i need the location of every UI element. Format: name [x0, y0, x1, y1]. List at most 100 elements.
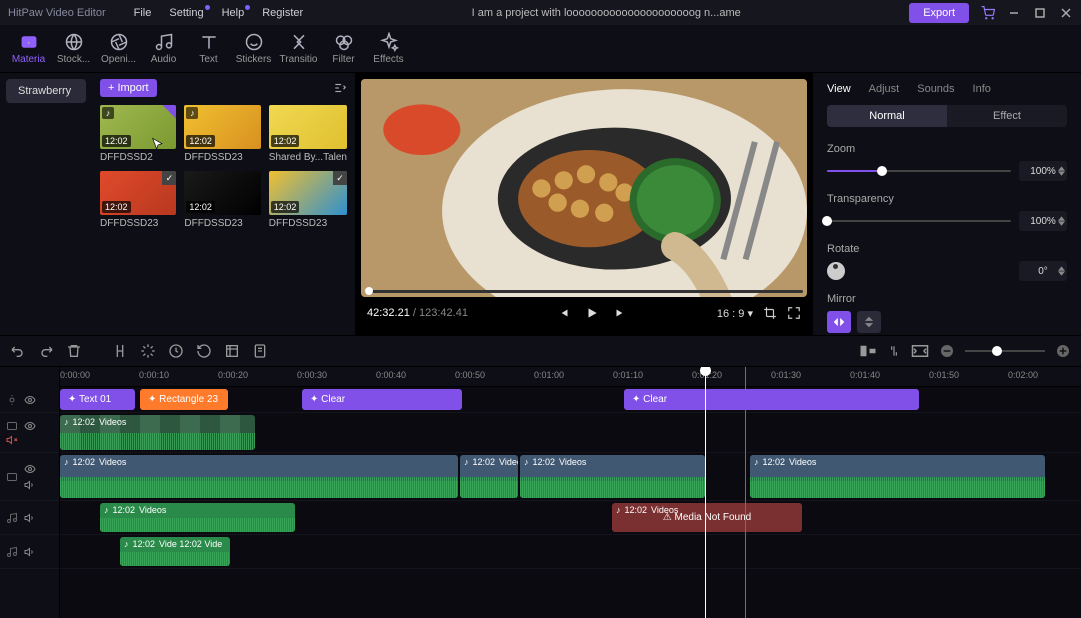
tab-info[interactable]: Info: [973, 83, 991, 95]
clip-text[interactable]: ✦ Text 01: [60, 389, 135, 410]
fullscreen-icon[interactable]: [787, 306, 801, 320]
fx-icon[interactable]: [6, 394, 18, 406]
speaker-icon[interactable]: [24, 512, 36, 524]
prev-frame-icon[interactable]: [557, 306, 571, 320]
video-icon[interactable]: [6, 420, 18, 432]
clip-audio[interactable]: ♪12:02Videos: [100, 503, 295, 532]
transparency-slider[interactable]: [827, 220, 1011, 222]
eye-icon[interactable]: [24, 463, 36, 475]
transparency-value[interactable]: 100%: [1019, 211, 1067, 231]
clip-video[interactable]: ♪12:02Videos: [60, 415, 255, 450]
mute-icon[interactable]: [6, 434, 18, 446]
clip-clear[interactable]: ✦ Clear: [624, 389, 919, 410]
delete-icon[interactable]: [66, 343, 82, 359]
ruler[interactable]: 0:00:000:00:100:00:200:00:300:00:400:00:…: [60, 367, 1081, 387]
crop-tl-icon[interactable]: [224, 343, 240, 359]
close-icon[interactable]: [1059, 6, 1073, 20]
mirror-vertical-button[interactable]: [857, 311, 881, 333]
track-5[interactable]: ♪12:02Vide 12:02 Vide: [60, 535, 1081, 569]
eye-icon[interactable]: [24, 420, 36, 432]
menu-register[interactable]: Register: [262, 7, 303, 19]
category-chip[interactable]: Strawberry: [6, 79, 86, 103]
track-4[interactable]: ♪12:02Videos ♪12:02Videos⚠ Media Not Foun…: [60, 501, 1081, 535]
split-icon[interactable]: [112, 343, 128, 359]
export-button[interactable]: Export: [909, 3, 969, 23]
speaker-icon[interactable]: [24, 479, 36, 491]
undo-icon[interactable]: [10, 343, 26, 359]
seg-normal[interactable]: Normal: [827, 105, 947, 127]
menu-file[interactable]: File: [134, 7, 152, 19]
tab-sounds[interactable]: Sounds: [917, 83, 954, 95]
seg-effect[interactable]: Effect: [947, 105, 1067, 127]
media-panel: Strawberry +Import ♪12:02DFFDSSD2♪12:02D…: [0, 73, 355, 335]
menu-help[interactable]: Help: [222, 7, 245, 19]
next-frame-icon[interactable]: [613, 306, 627, 320]
zoom-in-icon[interactable]: [1055, 343, 1071, 359]
tool-aperture[interactable]: Openi...: [96, 28, 141, 69]
media-item[interactable]: ♪12:02DFFDSSD2: [100, 105, 176, 163]
mirror-horizontal-button[interactable]: [827, 311, 851, 333]
sort-icon[interactable]: [333, 81, 347, 95]
tool-transition[interactable]: Transitio: [276, 28, 321, 69]
rotate-value[interactable]: 0°: [1019, 261, 1067, 281]
timeline-tools: [0, 335, 1081, 367]
aspect-ratio[interactable]: 16 : 9 ▾: [717, 307, 753, 320]
mirror-label: Mirror: [827, 293, 1067, 305]
zoom-value[interactable]: 100%: [1019, 161, 1067, 181]
toolbar: MateriaStock...Openi...AudioTextStickers…: [0, 25, 1081, 73]
preview-scrubber[interactable]: [365, 290, 803, 293]
video-icon[interactable]: [6, 471, 18, 483]
track-toggle-2-icon[interactable]: [887, 344, 901, 358]
track-toggle-1-icon[interactable]: [859, 344, 877, 358]
reverse-icon[interactable]: [196, 343, 212, 359]
crop-icon[interactable]: [763, 306, 777, 320]
tab-view[interactable]: View: [827, 83, 851, 95]
clip-audio[interactable]: ♪12:02Vide 12:02 Vide: [120, 537, 230, 566]
fit-icon[interactable]: [911, 344, 929, 358]
tool-text[interactable]: Text: [186, 28, 231, 69]
media-item[interactable]: ✓12:02DFFDSSD23: [100, 171, 176, 229]
media-item[interactable]: 12:02DFFDSSD23: [184, 171, 260, 229]
tool-filter[interactable]: Filter: [321, 28, 366, 69]
menu-setting[interactable]: Setting: [169, 7, 203, 19]
minimize-icon[interactable]: [1007, 6, 1021, 20]
playhead[interactable]: [705, 367, 706, 618]
clip-vidtall[interactable]: ♪12:02Videos: [750, 455, 1045, 498]
music-icon[interactable]: [6, 512, 18, 524]
speed-icon[interactable]: [168, 343, 184, 359]
tool-globe[interactable]: Stock...: [51, 28, 96, 69]
speaker-icon[interactable]: [24, 546, 36, 558]
tool-sparkle[interactable]: Effects: [366, 28, 411, 69]
zoom-out-icon[interactable]: [939, 343, 955, 359]
import-button[interactable]: +Import: [100, 79, 157, 97]
music-icon[interactable]: [6, 546, 18, 558]
track-1[interactable]: ✦ Text 01✦ Rectangle 23 ✦ Clear ✦ Clear: [60, 387, 1081, 413]
clip-vidtall[interactable]: ♪12:02Videos: [520, 455, 705, 498]
track-2[interactable]: ♪12:02Videos: [60, 413, 1081, 453]
tool-media[interactable]: Materia: [6, 28, 51, 69]
cart-icon[interactable]: [981, 6, 995, 20]
play-icon[interactable]: [585, 306, 599, 320]
media-item[interactable]: 12:02Shared By...Talen: [269, 105, 347, 163]
clip-vidtall[interactable]: ♪12:02Videos: [60, 455, 458, 498]
clip-vidtall[interactable]: ♪12:02Videos: [460, 455, 518, 498]
track-head-5: [0, 535, 59, 569]
media-item[interactable]: ✓12:02DFFDSSD23: [269, 171, 347, 229]
clip-shape[interactable]: ✦ Rectangle 23: [140, 389, 228, 410]
track-3[interactable]: ♪12:02Videos♪12:02Videos♪12:02Videos♪12:…: [60, 453, 1081, 501]
preview-canvas[interactable]: [361, 79, 807, 297]
tab-adjust[interactable]: Adjust: [869, 83, 900, 95]
maximize-icon[interactable]: [1033, 6, 1047, 20]
timeline-zoom-slider[interactable]: [965, 350, 1045, 352]
rotate-dial[interactable]: [827, 262, 845, 280]
clip-clear[interactable]: ✦ Clear: [302, 389, 462, 410]
marker-icon[interactable]: [252, 343, 268, 359]
redo-icon[interactable]: [38, 343, 54, 359]
zoom-slider[interactable]: [827, 170, 1011, 172]
tool-smile[interactable]: Stickers: [231, 28, 276, 69]
media-item[interactable]: ♪12:02DFFDSSD23: [184, 105, 260, 163]
tool-music[interactable]: Audio: [141, 28, 186, 69]
clip-error[interactable]: ♪12:02Videos⚠ Media Not Found: [612, 503, 802, 532]
eye-icon[interactable]: [24, 394, 36, 406]
snap-icon[interactable]: [140, 343, 156, 359]
